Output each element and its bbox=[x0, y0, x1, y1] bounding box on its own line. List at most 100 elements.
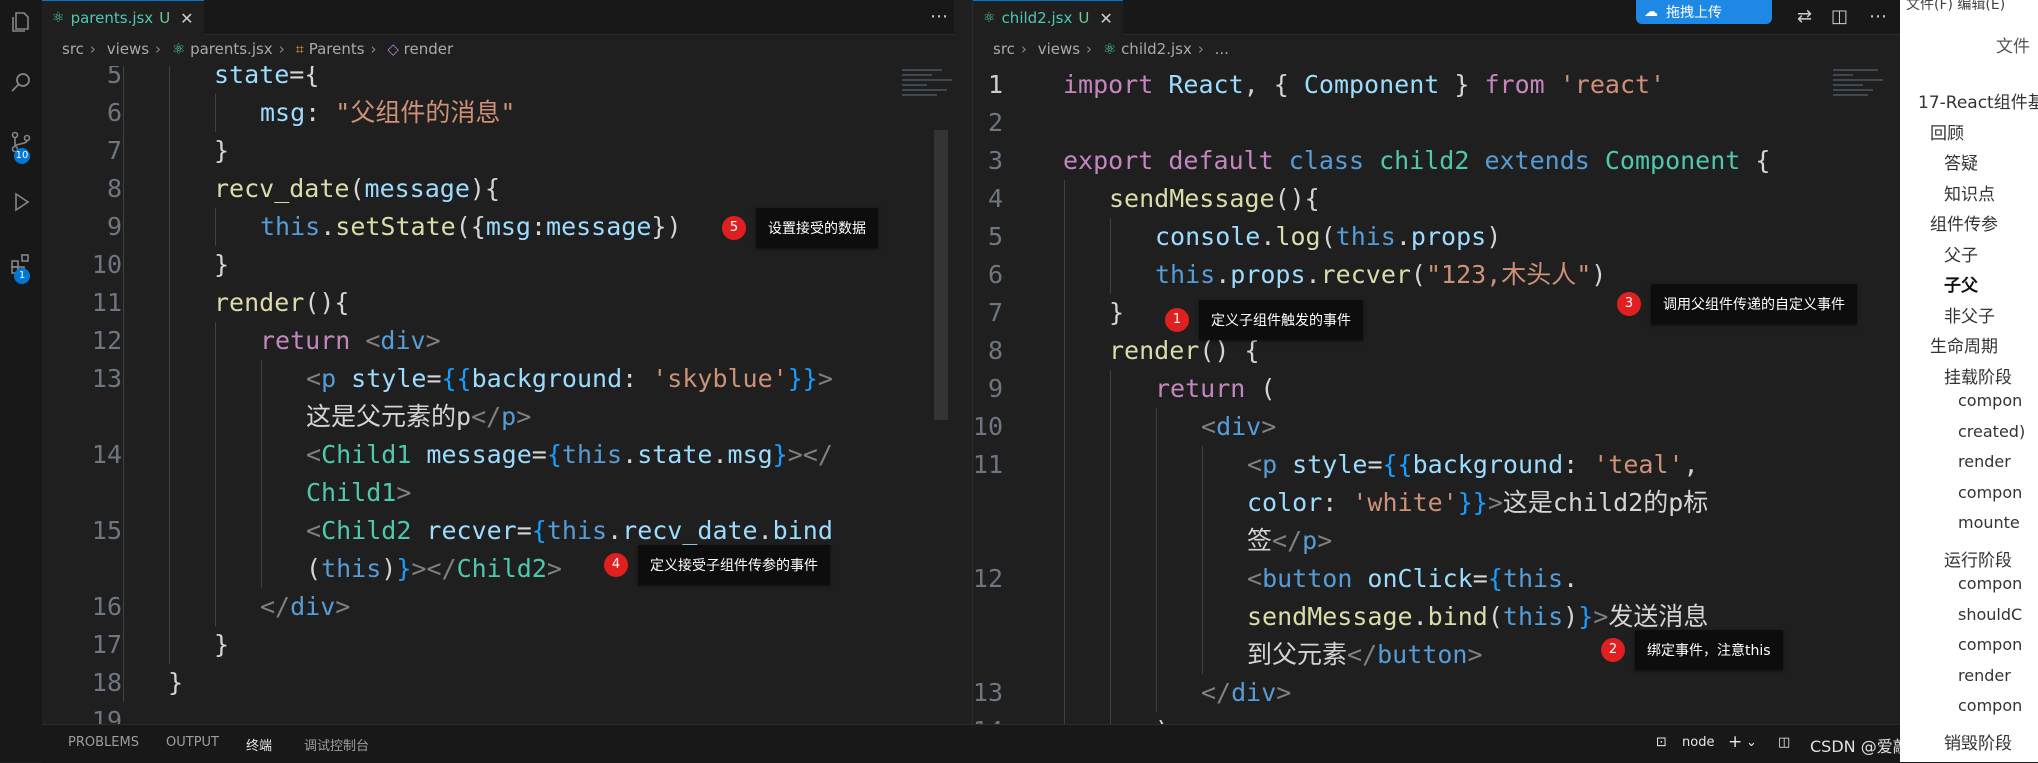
code-token: ){ bbox=[469, 174, 500, 203]
code-line[interactable]: 16 </div> bbox=[42, 588, 954, 626]
outline-item[interactable]: render bbox=[1958, 452, 2011, 471]
explorer-icon[interactable] bbox=[9, 10, 33, 34]
breadcrumb-item[interactable]: src bbox=[62, 40, 84, 58]
outline-item[interactable]: shouldC bbox=[1958, 605, 2022, 624]
outline-item[interactable]: 子父 bbox=[1944, 271, 1978, 296]
outline-item[interactable]: 17-React组件基 bbox=[1918, 88, 2038, 113]
code-token: style bbox=[351, 364, 427, 393]
outline-item[interactable]: render bbox=[1958, 666, 2011, 685]
code-line[interactable]: 11 render(){ bbox=[42, 284, 954, 322]
chevron-down-icon[interactable]: ⌄ bbox=[1746, 735, 1757, 750]
outline-item[interactable]: created) bbox=[1958, 422, 2025, 441]
code-line[interactable]: 4 sendMessage(){ bbox=[973, 180, 1901, 218]
outline-item[interactable]: compon bbox=[1958, 391, 2022, 410]
code-line[interactable]: 10} bbox=[42, 246, 954, 284]
terminal-name[interactable]: node bbox=[1682, 735, 1714, 750]
code-line[interactable]: 10 <div> bbox=[973, 408, 1901, 446]
menu-bar[interactable]: 文件(F) 编辑(E) bbox=[1906, 0, 2005, 14]
code-text: render(){ bbox=[214, 284, 349, 322]
outline-item[interactable]: 回顾 bbox=[1930, 119, 1964, 144]
outline-item[interactable]: compon bbox=[1958, 696, 2022, 715]
code-line[interactable]: 18} bbox=[42, 664, 954, 702]
indent-guide bbox=[169, 322, 170, 360]
breadcrumb-item[interactable]: views bbox=[1038, 40, 1080, 58]
code-token: < bbox=[306, 440, 322, 469]
outline-item[interactable]: 销毁阶段 bbox=[1944, 729, 2012, 754]
code-line[interactable]: Child1> bbox=[42, 474, 954, 512]
code-line[interactable]: 14) bbox=[973, 712, 1901, 724]
minimap[interactable] bbox=[1833, 66, 1893, 126]
code-line[interactable]: 12 return <div> bbox=[42, 322, 954, 360]
more-actions-icon[interactable]: ⋯ bbox=[930, 6, 949, 27]
tab-child2-jsx[interactable]: ⚛ child2.jsx U ✕ bbox=[973, 0, 1123, 35]
tab-output[interactable]: OUTPUT bbox=[166, 735, 219, 750]
code-line[interactable]: 13 </div> bbox=[973, 674, 1901, 712]
outline-item[interactable]: 生命周期 bbox=[1930, 332, 1998, 357]
breadcrumb-item[interactable]: parents.jsx bbox=[190, 40, 273, 58]
breadcrumb-item[interactable]: child2.jsx bbox=[1121, 40, 1192, 58]
code-line[interactable]: 5 state={ bbox=[42, 66, 954, 94]
scrollbar[interactable] bbox=[934, 130, 948, 420]
code-line[interactable]: 1 import React, { Component } from 'react… bbox=[973, 66, 1901, 104]
breadcrumb-item[interactable]: render bbox=[404, 40, 454, 58]
outline-item[interactable]: 运行阶段 bbox=[1944, 546, 2012, 571]
code-token: this bbox=[1155, 260, 1216, 289]
breadcrumb-item[interactable]: ... bbox=[1215, 40, 1229, 58]
code-line[interactable]: 签</p> bbox=[973, 522, 1901, 560]
code-line[interactable]: 8 render() { bbox=[973, 332, 1901, 370]
breadcrumb-item[interactable]: Parents bbox=[309, 40, 365, 58]
outline-item[interactable]: 组件传参 bbox=[1930, 210, 1998, 235]
minimap[interactable] bbox=[902, 66, 962, 126]
code-line[interactable]: color: 'white'}}>这是child2的p标 bbox=[973, 484, 1901, 522]
code-token: < bbox=[1247, 564, 1263, 593]
tab-parents-jsx[interactable]: ⚛ parents.jsx U ✕ bbox=[42, 0, 204, 35]
breadcrumb-item[interactable]: src bbox=[993, 40, 1015, 58]
code-line[interactable]: 2 bbox=[973, 104, 1901, 142]
code-token: 'teal' bbox=[1593, 450, 1684, 479]
code-area[interactable]: 1 import React, { Component } from 'react… bbox=[973, 66, 1901, 724]
outline-item[interactable]: 挂载阶段 bbox=[1944, 363, 2012, 388]
close-icon[interactable]: ✕ bbox=[180, 9, 193, 28]
code-line[interactable]: 11 <p style={{background: 'teal', bbox=[973, 446, 1901, 484]
code-line[interactable]: 6 msg: "父组件的消息" bbox=[42, 94, 954, 132]
outline-item[interactable]: 知识点 bbox=[1944, 180, 1995, 205]
code-line[interactable]: 12 <button onClick={this. bbox=[973, 560, 1901, 598]
breadcrumb-item[interactable]: views bbox=[107, 40, 149, 58]
code-token: }} bbox=[1457, 488, 1488, 517]
code-line[interactable]: 5 console.log(this.props) bbox=[973, 218, 1901, 256]
outline-item[interactable]: mounte bbox=[1958, 513, 2020, 532]
code-area[interactable]: 5 state={6 msg: "父组件的消息" 7} 8 recv_date(messa… bbox=[42, 66, 954, 724]
code-line[interactable]: 17} bbox=[42, 626, 954, 664]
code-line[interactable]: 3 export default class child2 extends Com… bbox=[973, 142, 1901, 180]
code-token: . bbox=[1395, 222, 1411, 251]
close-icon[interactable]: ✕ bbox=[1099, 9, 1112, 28]
outline-item[interactable]: 答疑 bbox=[1944, 149, 1978, 174]
tab-debug-console[interactable]: 调试控制台 bbox=[304, 735, 369, 754]
tab-problems[interactable]: PROBLEMS bbox=[68, 735, 139, 750]
code-line[interactable]: 14 <Child1 message={this.state.msg}></ bbox=[42, 436, 954, 474]
indent-guide bbox=[1110, 484, 1111, 522]
code-line[interactable]: 9 return ( bbox=[973, 370, 1901, 408]
code-line[interactable]: 19 bbox=[42, 702, 954, 724]
outline-item[interactable]: compon bbox=[1958, 483, 2022, 502]
compare-changes-icon[interactable]: ⇄ bbox=[1797, 6, 1812, 27]
split-terminal-icon[interactable]: ◫ bbox=[1778, 735, 1790, 750]
outline-item[interactable]: 非父子 bbox=[1944, 302, 1995, 327]
split-editor-icon[interactable]: ◫ bbox=[1831, 6, 1848, 27]
run-debug-icon[interactable] bbox=[9, 190, 33, 214]
code-token: this bbox=[1335, 222, 1396, 251]
upload-widget[interactable]: ☁ 拖拽上传 bbox=[1636, 0, 1772, 24]
tab-terminal[interactable]: 终端 bbox=[246, 735, 272, 754]
code-line[interactable]: 8 recv_date(message){ bbox=[42, 170, 954, 208]
code-line[interactable]: 13 <p style={{background: 'skyblue'}}> bbox=[42, 360, 954, 398]
search-icon[interactable] bbox=[9, 70, 33, 94]
code-line[interactable]: 这是父元素的p</p> bbox=[42, 398, 954, 436]
code-line[interactable]: 7} bbox=[42, 132, 954, 170]
indent-guide bbox=[1156, 560, 1157, 598]
new-terminal-icon[interactable]: + bbox=[1728, 732, 1742, 752]
outline-item[interactable]: compon bbox=[1958, 574, 2022, 593]
outline-item[interactable]: compon bbox=[1958, 635, 2022, 654]
more-actions-icon[interactable]: ⋯ bbox=[1869, 6, 1888, 27]
outline-item[interactable]: 父子 bbox=[1944, 241, 1978, 266]
indent-guide bbox=[123, 360, 124, 398]
